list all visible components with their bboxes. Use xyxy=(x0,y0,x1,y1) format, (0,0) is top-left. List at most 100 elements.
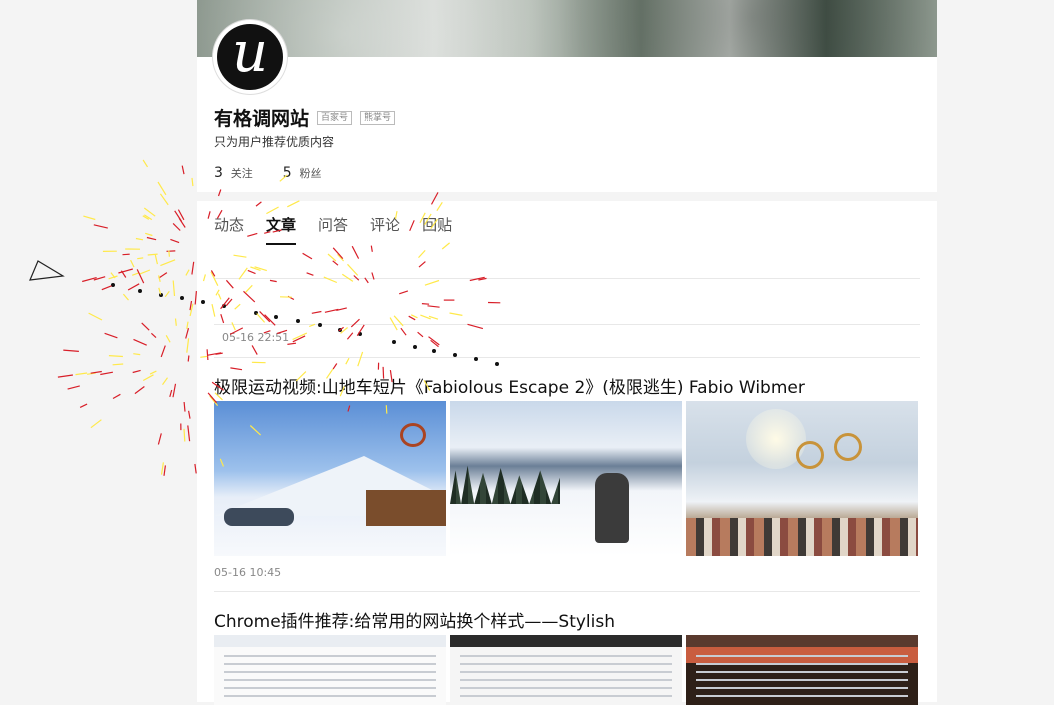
trail-dot xyxy=(111,283,115,287)
article-thumbnails[interactable] xyxy=(214,401,918,556)
post-time: 05-16 22:51 xyxy=(222,331,289,344)
firework-spark xyxy=(188,356,189,362)
firework-spark xyxy=(134,339,147,345)
firework-spark xyxy=(133,354,140,355)
article-title[interactable]: Chrome插件推荐:给常用的网站换个样式——Stylish xyxy=(214,607,615,632)
firework-spark xyxy=(139,270,150,274)
baijiahao-badge[interactable]: 百家号 xyxy=(317,111,352,125)
firework-spark xyxy=(109,356,123,357)
followers-stat[interactable]: 5 粉丝 xyxy=(283,165,322,181)
firework-spark xyxy=(189,411,190,419)
firework-spark xyxy=(80,404,87,407)
thumbnail-screenshot[interactable] xyxy=(686,635,918,705)
firework-spark xyxy=(105,333,118,338)
firework-spark xyxy=(159,275,161,281)
followers-count: 5 xyxy=(283,165,292,181)
firework-spark xyxy=(170,239,179,242)
firework-spark xyxy=(133,370,141,372)
firework-spark xyxy=(179,218,185,227)
xiongzhanghao-badge[interactable]: 熊掌号 xyxy=(360,111,395,125)
divider xyxy=(214,278,920,279)
firework-spark xyxy=(184,402,185,412)
firework-spark xyxy=(109,276,118,279)
firework-spark xyxy=(175,211,182,222)
firework-spark xyxy=(192,178,193,186)
firework-spark xyxy=(143,375,153,381)
firework-spark xyxy=(145,233,152,235)
firework-spark xyxy=(160,260,175,266)
firework-spark xyxy=(128,284,139,290)
tab-articles[interactable]: 文章 xyxy=(266,214,296,245)
site-tagline: 只为用户推荐优质内容 xyxy=(214,133,334,150)
article-thumbnails[interactable] xyxy=(214,635,918,705)
tab-dynamics[interactable]: 动态 xyxy=(214,214,244,245)
avatar-logo-icon: u xyxy=(217,24,283,90)
tab-replies[interactable]: 回贴 xyxy=(422,214,452,245)
firework-spark xyxy=(173,223,180,230)
firework-spark xyxy=(132,273,138,275)
firework-spark xyxy=(155,255,157,264)
tab-qa[interactable]: 问答 xyxy=(318,214,348,245)
firework-spark xyxy=(148,254,158,255)
following-label: 关注 xyxy=(231,167,253,180)
tab-comments[interactable]: 评论 xyxy=(370,214,400,245)
firework-spark xyxy=(82,278,96,282)
pointer-arrow-icon xyxy=(30,261,63,280)
firework-spark xyxy=(102,286,112,290)
firework-spark xyxy=(143,216,149,220)
firework-spark xyxy=(162,462,164,474)
firework-spark xyxy=(123,254,130,255)
thumbnail-heli-bike[interactable] xyxy=(214,401,446,556)
firework-spark xyxy=(151,333,156,337)
firework-spark xyxy=(131,260,134,267)
firework-spark xyxy=(135,387,145,394)
firework-spark xyxy=(165,291,169,297)
thumbnail-snow-rider[interactable] xyxy=(450,401,682,556)
firework-spark xyxy=(190,301,192,310)
profile-tabs: 动态 文章 问答 评论 回贴 xyxy=(214,214,452,245)
profile-banner xyxy=(197,0,937,57)
firework-spark xyxy=(100,372,113,374)
article-title[interactable]: 极限运动视频:山地车短片《Fabiolous Escape 2》(极限逃生) F… xyxy=(214,373,805,398)
firework-spark xyxy=(113,394,120,398)
following-count: 3 xyxy=(214,165,223,181)
site-name: 有格调网站 xyxy=(214,104,309,131)
profile-card: u 有格调网站 百家号 熊掌号 只为用户推荐优质内容 3 关注 5 粉丝 xyxy=(197,0,937,192)
firework-spark xyxy=(184,429,185,442)
firework-spark xyxy=(187,338,189,352)
firework-spark xyxy=(142,323,150,330)
firework-spark xyxy=(123,294,128,300)
firework-spark xyxy=(176,319,177,326)
thumbnail-screenshot[interactable] xyxy=(214,635,446,705)
firework-spark xyxy=(94,277,105,280)
trail-dot xyxy=(138,289,142,293)
firework-spark xyxy=(159,288,161,295)
firework-spark xyxy=(188,425,190,441)
firework-spark xyxy=(91,420,102,428)
firework-spark xyxy=(178,210,184,220)
profile-page: u 有格调网站 百家号 熊掌号 只为用户推荐优质内容 3 关注 5 粉丝 动态 … xyxy=(197,0,937,702)
firework-spark xyxy=(158,433,161,444)
firework-spark xyxy=(169,250,170,256)
firework-spark xyxy=(164,465,165,475)
divider xyxy=(214,324,920,325)
firework-spark xyxy=(94,225,108,228)
thumbnail-screenshot[interactable] xyxy=(450,635,682,705)
trail-dot xyxy=(180,296,184,300)
firework-spark xyxy=(163,378,168,385)
firework-spark xyxy=(186,270,189,276)
following-stat[interactable]: 3 关注 xyxy=(214,165,253,181)
profile-stats: 3 关注 5 粉丝 xyxy=(214,165,322,181)
firework-spark xyxy=(137,269,144,283)
firework-spark xyxy=(195,464,196,473)
firework-spark xyxy=(83,216,95,219)
firework-spark xyxy=(76,373,88,375)
firework-spark xyxy=(147,238,156,240)
thumbnail-bike-jump[interactable] xyxy=(686,401,918,556)
article-time: 05-16 10:45 xyxy=(214,566,281,579)
firework-spark xyxy=(63,350,79,351)
firework-spark xyxy=(137,258,143,259)
avatar[interactable]: u xyxy=(213,20,287,94)
divider xyxy=(214,591,920,592)
firework-spark xyxy=(118,269,132,273)
